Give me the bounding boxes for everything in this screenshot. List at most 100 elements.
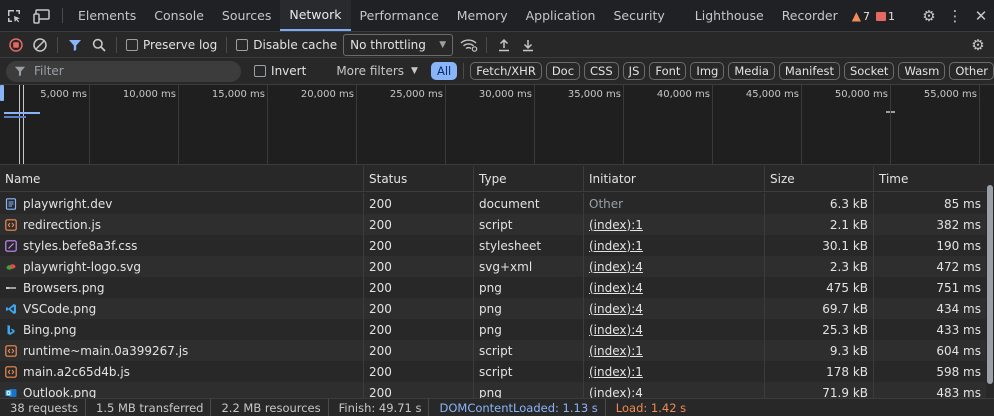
scrollbar-thumb[interactable] [987, 185, 993, 384]
size-cell: 475 kB [765, 277, 874, 298]
table-row[interactable]: styles.befe8a3f.css 200 stylesheet (inde… [0, 235, 986, 256]
table-row[interactable]: runtime~main.0a399267.js 200 script (ind… [0, 340, 986, 361]
column-header-time[interactable]: Time [874, 166, 986, 192]
table-row[interactable]: redirection.js 200 script (index):1 2.1 … [0, 214, 986, 235]
column-header-name[interactable]: Name [0, 166, 364, 192]
issues-counter[interactable]: ▲ 7 1 [852, 9, 895, 23]
initiator-link[interactable]: (index):4 [589, 302, 643, 316]
initiator-link[interactable]: (index):4 [589, 323, 643, 337]
tab-network[interactable]: Network [280, 0, 351, 31]
tab-memory[interactable]: Memory [448, 0, 517, 31]
status-cell: 200 [364, 298, 474, 319]
initiator-link[interactable]: (index):4 [589, 386, 643, 399]
status-cell: 200 [364, 340, 474, 361]
network-conditions-button[interactable] [457, 34, 481, 56]
type-filter-all[interactable]: All [430, 62, 458, 80]
preserve-log-checkbox[interactable]: Preserve log [126, 38, 217, 52]
initiator-link[interactable]: (index):4 [589, 260, 643, 274]
type-filter-css[interactable]: CSS [584, 62, 619, 80]
table-row[interactable]: Outlook.png 200 png (index):4 71.9 kB 48… [0, 382, 986, 398]
clear-button[interactable] [28, 34, 52, 56]
settings-gear-icon[interactable]: ⚙ [916, 0, 942, 32]
dom-content-loaded-marker [19, 85, 20, 164]
load-time: Load: 1.42 s [615, 400, 687, 415]
request-name: Bing.png [23, 322, 77, 337]
search-button[interactable] [87, 34, 111, 56]
tab-application[interactable]: Application [517, 0, 605, 31]
throttling-select[interactable]: No throttling ▼ [343, 33, 454, 56]
request-name-cell[interactable]: Browsers.png [0, 277, 364, 298]
request-name-cell[interactable]: Bing.png [0, 319, 364, 340]
type-filter-manifest[interactable]: Manifest [778, 62, 840, 80]
request-name-cell[interactable]: runtime~main.0a399267.js [0, 340, 364, 361]
network-summary-bar: 38 requests 1.5 MB transferred 2.2 MB re… [0, 398, 994, 416]
filter-input[interactable]: Filter [6, 60, 242, 82]
type-filter-media[interactable]: Media [728, 62, 775, 80]
overview-gridline [890, 85, 891, 164]
timeline-selection-handle[interactable] [0, 85, 4, 101]
initiator-link[interactable]: (index):1 [589, 239, 643, 253]
table-row[interactable]: main.a2c65d4b.js 200 script (index):1 17… [0, 361, 986, 382]
more-filters-dropdown[interactable]: More filters ▼ [336, 64, 418, 78]
initiator-link[interactable]: (index):1 [589, 218, 643, 232]
column-header-size[interactable]: Size [765, 166, 874, 192]
initiator-link[interactable]: (index):1 [589, 365, 643, 379]
tab-sources[interactable]: Sources [213, 0, 280, 31]
type-cell: document [474, 193, 584, 214]
table-row[interactable]: playwright.dev 200 document Other 6.3 kB… [0, 193, 986, 214]
type-filter-font[interactable]: Font [649, 62, 687, 80]
overview-tick-label: 15,000 ms [211, 89, 265, 100]
filter-toggle-button[interactable] [63, 34, 87, 56]
table-row[interactable]: playwright-logo.svg 200 svg+xml (index):… [0, 256, 986, 277]
network-overview-timeline[interactable]: 5,000 ms 10,000 ms 15,000 ms 20,000 ms 2… [0, 85, 994, 165]
request-name-cell[interactable]: playwright-logo.svg [0, 256, 364, 277]
playwright-logo-icon [5, 261, 17, 273]
type-filter-socket[interactable]: Socket [843, 62, 895, 80]
inspect-element-icon[interactable] [0, 0, 28, 31]
column-header-status[interactable]: Status [364, 166, 474, 192]
tab-separator [62, 8, 63, 23]
network-settings-gear-icon[interactable]: ⚙ [966, 34, 990, 56]
invert-checkbox[interactable]: Invert [254, 64, 306, 78]
table-row[interactable]: Bing.png 200 png (index):4 25.3 kB 433 m… [0, 319, 986, 340]
overview-tick-label: 25,000 ms [389, 89, 443, 100]
type-filter-js[interactable]: JS [622, 62, 646, 80]
request-name-cell[interactable]: VSCode.png [0, 298, 364, 319]
close-devtools-icon[interactable]: ✕ [968, 0, 994, 32]
export-har-button[interactable] [516, 34, 540, 56]
request-name-cell[interactable]: styles.befe8a3f.css [0, 235, 364, 256]
time-cell: 604 ms [936, 343, 981, 358]
request-name: playwright.dev [23, 196, 113, 211]
import-har-button[interactable] [492, 34, 516, 56]
table-row[interactable]: Browsers.png 200 png (index):4 475 kB 75… [0, 277, 986, 298]
disable-cache-checkbox[interactable]: Disable cache [236, 38, 337, 52]
initiator-link[interactable]: (index):1 [589, 344, 643, 358]
type-filter-wasm[interactable]: Wasm [898, 62, 946, 80]
request-name-cell[interactable]: Outlook.png [0, 382, 364, 398]
request-name-cell[interactable]: redirection.js [0, 214, 364, 235]
tab-security[interactable]: Security [604, 0, 673, 31]
record-stop-button[interactable] [4, 34, 28, 56]
bing-icon [5, 324, 17, 336]
tab-elements[interactable]: Elements [69, 0, 145, 31]
error-icon [876, 11, 886, 21]
type-cell: script [474, 214, 584, 235]
tab-lighthouse[interactable]: Lighthouse [686, 0, 773, 31]
initiator-link[interactable]: (index):4 [589, 281, 643, 295]
request-name-cell[interactable]: main.a2c65d4b.js [0, 361, 364, 382]
tab-console[interactable]: Console [145, 0, 213, 31]
tab-performance[interactable]: Performance [351, 0, 448, 31]
type-filter-other[interactable]: Other [949, 62, 994, 80]
tab-recorder[interactable]: Recorder [773, 0, 847, 31]
column-header-initiator[interactable]: Initiator [584, 166, 765, 192]
table-scrollbar[interactable] [986, 166, 994, 398]
request-name-cell[interactable]: playwright.dev [0, 193, 364, 214]
more-options-icon[interactable]: ⋮ [942, 0, 968, 32]
type-filter-fetch-xhr[interactable]: Fetch/XHR [470, 62, 542, 80]
type-filter-img[interactable]: Img [690, 62, 725, 80]
initiator-cell: (index):4 [584, 319, 765, 340]
type-filter-doc[interactable]: Doc [545, 62, 581, 80]
table-row[interactable]: VSCode.png 200 png (index):4 69.7 kB 434… [0, 298, 986, 319]
column-header-type[interactable]: Type [474, 166, 584, 192]
device-toolbar-icon[interactable] [28, 0, 56, 31]
